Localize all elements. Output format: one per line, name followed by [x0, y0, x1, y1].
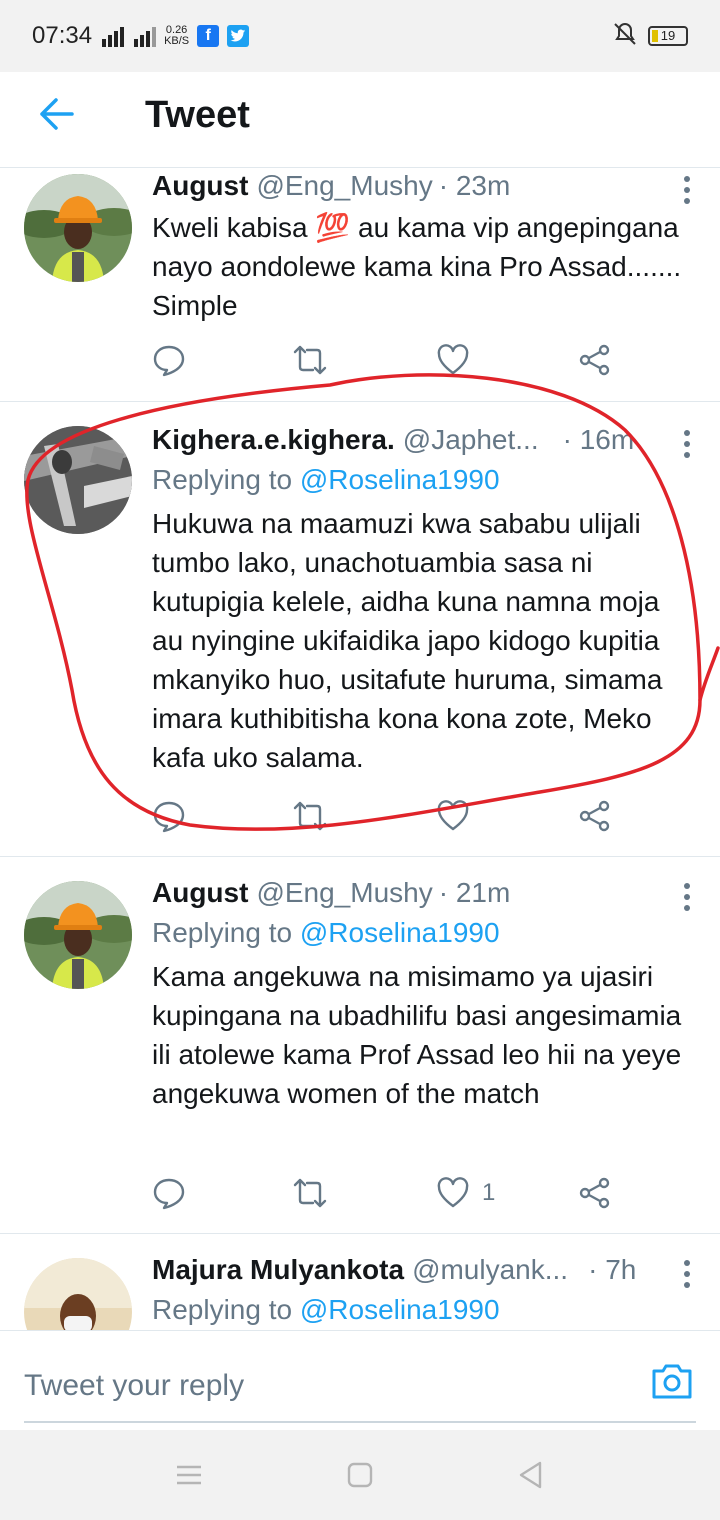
tweet-item[interactable]: Kighera.e.kighera. @Japhet... · 16m Repl…	[0, 402, 720, 857]
mute-icon	[612, 21, 638, 52]
share-icon	[579, 1177, 610, 1209]
reply-input[interactable]	[24, 1351, 624, 1421]
share-button[interactable]	[578, 1173, 612, 1213]
system-nav-bar	[0, 1430, 720, 1520]
more-options-icon[interactable]	[682, 176, 692, 204]
tweet-item[interactable]: Majura Mulyankota @mulyank... · 7h Reply…	[0, 1234, 720, 1330]
share-icon	[579, 344, 610, 376]
like-button[interactable]: 1	[436, 1173, 495, 1213]
retweet-button[interactable]	[292, 1173, 328, 1213]
heart-icon	[437, 344, 469, 375]
tweet-actions	[152, 340, 622, 380]
back-nav-icon[interactable]	[514, 1458, 548, 1492]
more-options-icon[interactable]	[682, 883, 692, 911]
reply-icon	[153, 801, 185, 833]
timestamp: · 7h	[588, 1254, 637, 1285]
facebook-icon: f	[197, 25, 220, 47]
page-title: Tweet	[145, 94, 250, 136]
share-icon	[579, 800, 610, 832]
tweet-header: Kighera.e.kighera. @Japhet... · 16m	[152, 424, 670, 464]
more-options-icon[interactable]	[682, 1260, 692, 1288]
avatar[interactable]	[24, 426, 132, 534]
reply-icon	[153, 1178, 185, 1210]
tweet-header: August @Eng_Mushy · 21m	[152, 877, 670, 917]
tweet-text: Hukuwa na maamuzi kwa sababu ulijali tum…	[152, 508, 663, 773]
signal-icon	[102, 25, 125, 47]
mention-link[interactable]: @Roselina1990	[300, 917, 500, 948]
reply-button[interactable]	[152, 1173, 186, 1213]
display-name[interactable]: August	[152, 170, 248, 202]
reply-icon	[153, 345, 185, 377]
reply-composer	[0, 1330, 720, 1430]
heart-icon	[437, 800, 469, 831]
replying-prefix: Replying to	[152, 464, 293, 495]
retweet-icon	[293, 345, 327, 375]
tweet-actions: 1	[152, 1173, 622, 1213]
tweet-item[interactable]: August @Eng_Mushy · 21m Replying to @Ros…	[0, 857, 720, 1234]
display-name[interactable]: August	[152, 877, 248, 909]
display-name[interactable]: Majura Mulyankota	[152, 1254, 404, 1286]
username[interactable]: @Eng_Mushy	[256, 170, 432, 202]
retweet-button[interactable]	[292, 340, 328, 380]
reply-button[interactable]	[152, 796, 186, 836]
like-count: 1	[482, 1179, 496, 1206]
timestamp: · 21m	[438, 877, 511, 908]
replying-to: Replying to @Roselina1990	[152, 917, 500, 949]
tweet-text: Kweli kabisa 💯 au kama vip angepingana n…	[152, 212, 682, 321]
username[interactable]: @mulyank...	[412, 1254, 568, 1286]
battery-icon: 19	[648, 26, 688, 46]
tweet-header: Majura Mulyankota @mulyank... · 7h	[152, 1254, 670, 1294]
timestamp: · 23m	[438, 170, 511, 201]
camera-icon[interactable]	[650, 1361, 694, 1405]
replying-prefix: Replying to	[152, 1294, 293, 1325]
timestamp: · 16m	[562, 424, 635, 455]
like-button[interactable]	[436, 796, 482, 836]
status-bar: 07:34 0.26 KB/S f 19	[0, 0, 720, 72]
net-speed: 0.26 KB/S	[164, 25, 189, 47]
replying-prefix: Replying to	[152, 917, 293, 948]
retweet-button[interactable]	[292, 796, 328, 836]
tweet-item[interactable]: August @Eng_Mushy · 23m Kweli kabisa 💯 a…	[0, 168, 720, 402]
username[interactable]: @Japhet...	[403, 424, 539, 456]
menu-nav-icon[interactable]	[172, 1458, 206, 1492]
replying-to: Replying to @Roselina1990	[152, 464, 500, 496]
mention-link[interactable]: @Roselina1990	[300, 464, 500, 495]
net-speed-unit: KB/S	[164, 35, 190, 47]
heart-icon	[437, 1177, 469, 1208]
replying-to: Replying to @Roselina1990	[152, 1294, 500, 1326]
twitter-icon	[227, 25, 250, 47]
battery-level: 19	[660, 28, 676, 43]
back-arrow-icon[interactable]	[36, 94, 76, 134]
like-button[interactable]	[436, 340, 482, 380]
reply-underline	[24, 1421, 696, 1423]
avatar[interactable]	[24, 1258, 132, 1330]
signal-icon-2	[134, 25, 157, 47]
share-button[interactable]	[578, 796, 612, 836]
share-button[interactable]	[578, 340, 612, 380]
status-time: 07:34	[32, 22, 93, 49]
reply-button[interactable]	[152, 340, 186, 380]
app-header: Tweet	[0, 72, 720, 168]
reply-feed[interactable]: August @Eng_Mushy · 23m Kweli kabisa 💯 a…	[0, 168, 720, 1330]
more-options-icon[interactable]	[682, 430, 692, 458]
tweet-header: August @Eng_Mushy · 23m	[152, 170, 670, 210]
tweet-text: Kama angekuwa na misimamo ya ujasiri kup…	[152, 961, 682, 1109]
avatar[interactable]	[24, 174, 132, 282]
tweet-actions	[152, 796, 622, 836]
mention-link[interactable]: @Roselina1990	[300, 1294, 500, 1325]
retweet-icon	[293, 801, 327, 831]
username[interactable]: @Eng_Mushy	[256, 877, 432, 909]
home-nav-icon[interactable]	[343, 1458, 377, 1492]
display-name[interactable]: Kighera.e.kighera.	[152, 424, 395, 456]
avatar[interactable]	[24, 881, 132, 989]
retweet-icon	[293, 1178, 327, 1208]
